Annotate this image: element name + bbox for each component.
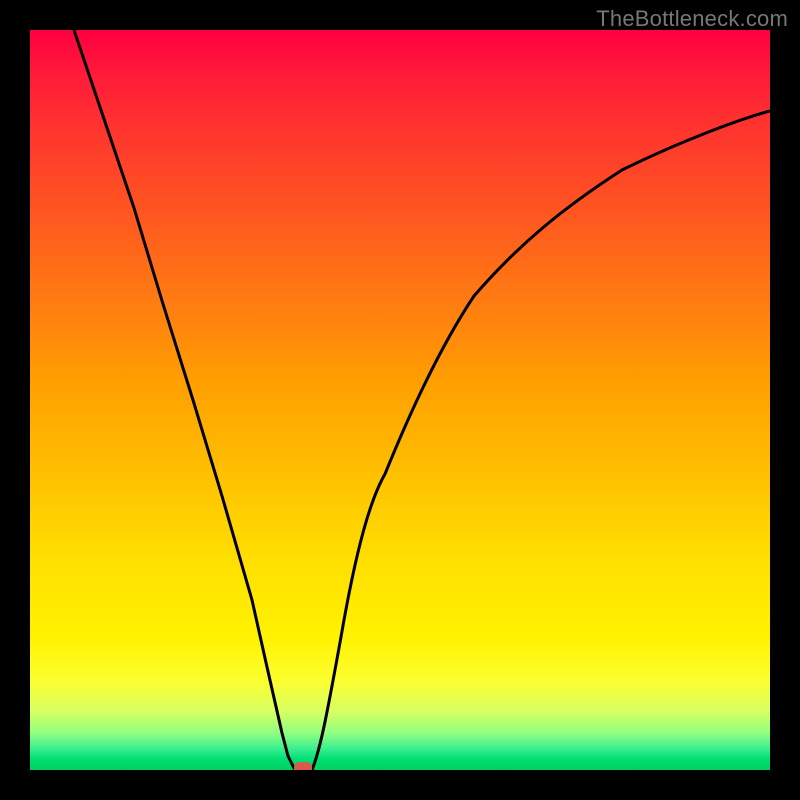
- highlight-marker: [294, 762, 312, 770]
- chart-frame: TheBottleneck.com: [0, 0, 800, 800]
- curve-left-branch: [74, 30, 300, 770]
- curve-right-branch: [312, 111, 770, 770]
- plot-area: [30, 30, 770, 770]
- watermark-text: TheBottleneck.com: [596, 6, 788, 32]
- bottleneck-curve: [30, 30, 770, 770]
